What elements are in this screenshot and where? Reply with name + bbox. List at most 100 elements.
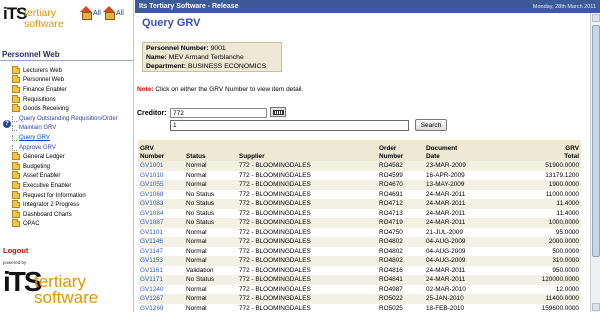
- note-body: Click on either the GRV Number to view i…: [153, 86, 304, 93]
- sidebar-item-goods-receiving[interactable]: Goods Receiving: [0, 104, 133, 114]
- grv-number-link[interactable]: GV1068: [140, 191, 163, 198]
- top-header-bar: Its Tertiary Software - Release Monday, …: [135, 0, 600, 13]
- home-link-1[interactable]: All: [80, 6, 101, 20]
- sidebar-item-personnel-web[interactable]: Personnel Web: [0, 75, 133, 86]
- order-number-cell: RO4750: [377, 227, 424, 237]
- grv-number-link[interactable]: GV1101: [140, 229, 163, 236]
- grv-number-link[interactable]: GV1267: [140, 295, 163, 302]
- creditor-lookup-button[interactable]: [270, 107, 286, 117]
- grv-number-link[interactable]: GV1087: [140, 219, 163, 226]
- col-header-status[interactable]: Status: [184, 140, 237, 161]
- supplier-cell: 772 - BLOOMINGDALES: [237, 208, 377, 218]
- sidebar-item-dashboard-charts[interactable]: Dashboard Charts: [0, 209, 133, 220]
- page-title: Query GRV: [142, 17, 201, 29]
- folder-icon: [12, 171, 20, 180]
- grv-number-link[interactable]: GV1240: [140, 286, 163, 293]
- scroll-thumb[interactable]: [592, 25, 600, 257]
- grv-total-cell: 13179.1200: [499, 170, 581, 180]
- vertical-scrollbar[interactable]: [590, 13, 600, 312]
- home-link-2[interactable]: All: [103, 6, 124, 20]
- sidebar-item-query-outstanding[interactable]: Query Outstanding Requisition/Order: [0, 114, 133, 124]
- grv-total-cell: 51900.0000: [499, 161, 581, 171]
- grv-number-cell: GV1146: [138, 237, 184, 247]
- table-row: GV1171 No Status 772 - BLOOMINGDALES RO4841…: [138, 275, 581, 285]
- status-cell: No Status: [184, 208, 237, 218]
- help-icon[interactable]: ?: [3, 120, 11, 128]
- search-button[interactable]: Search: [415, 119, 447, 131]
- document-date-cell: 24-MAR-2011: [424, 218, 499, 228]
- grv-number-link[interactable]: GV1084: [140, 210, 163, 217]
- personnel-number-row: Personnel Number: 9001: [146, 44, 278, 53]
- grv-number-cell: GV1101: [138, 227, 184, 237]
- grv-number-link[interactable]: GV1269: [140, 305, 163, 312]
- order-number-cell: RO4987: [377, 284, 424, 294]
- col-header-grv-total[interactable]: GRV Total: [499, 140, 581, 161]
- sidebar-item-budgeting[interactable]: Budgeting: [0, 161, 133, 172]
- supplier-cell: 772 - BLOOMINGDALES: [237, 246, 377, 256]
- folder-icon: [12, 200, 20, 209]
- grv-number-cell: GV1171: [138, 275, 184, 285]
- sidebar-item-maintain-grv[interactable]: Maintain GRV: [0, 124, 133, 134]
- logout-link[interactable]: Logout: [3, 246, 28, 255]
- document-date-cell: 24-MAR-2011: [424, 189, 499, 199]
- grv-number-link[interactable]: GV1153: [140, 257, 163, 264]
- supplier-cell: 772 - BLOOMINGDALES: [237, 256, 377, 266]
- name-label: Name:: [146, 54, 167, 61]
- header-text: GRV: [565, 145, 579, 152]
- header-text: Date: [426, 152, 440, 160]
- document-date-cell: 02-MAR-2010: [424, 284, 499, 294]
- sidebar-item-label: Goods Receiving: [23, 106, 69, 113]
- sidebar-item-approve-grv[interactable]: Approve GRV: [0, 143, 133, 153]
- sidebar-item-asset-enabler[interactable]: Asset Enabler: [0, 171, 133, 182]
- sidebar-item-label: Integrator 2 Progress: [23, 202, 80, 209]
- grv-number-link[interactable]: GV1146: [140, 238, 163, 245]
- col-header-supplier[interactable]: Supplier: [237, 140, 377, 161]
- sidebar-item-label: Lecturers Web: [23, 67, 62, 74]
- sidebar-item-integrator[interactable]: Integrator 2 Progress: [0, 200, 133, 210]
- tree-line-icon: [12, 125, 17, 132]
- scroll-down-arrow-icon[interactable]: [592, 303, 600, 311]
- status-cell: Normal: [184, 170, 237, 180]
- sidebar-item-label: Maintain GRV: [19, 125, 57, 132]
- document-date-cell: 04-AUG-2009: [424, 237, 499, 247]
- grv-number-link[interactable]: GV1147: [140, 248, 163, 255]
- sidebar-item-lecturers-web[interactable]: Lecturers Web: [0, 65, 133, 76]
- grv-number-link[interactable]: GV1083: [140, 200, 163, 207]
- supplier-cell: 772 - BLOOMINGDALES: [237, 265, 377, 275]
- order-number-cell: RO4816: [377, 265, 424, 275]
- sidebar-item-label: Request for Information: [23, 192, 86, 199]
- sidebar-item-general-ledger[interactable]: General Ledger: [0, 152, 133, 162]
- sidebar-item-opac[interactable]: OPAC: [0, 219, 133, 230]
- col-header-order-number[interactable]: Order Number: [377, 140, 424, 161]
- grv-number-link[interactable]: GV1010: [140, 172, 163, 179]
- col-header-grv-number[interactable]: GRV Number: [138, 140, 184, 161]
- grv-total-cell: 2000.0000: [499, 237, 581, 247]
- grv-number-link[interactable]: GV1171: [140, 276, 163, 283]
- grv-number-cell: GV1055: [138, 180, 184, 190]
- note-label: Note:: [137, 86, 154, 93]
- sidebar-item-label: Executive Enabler: [23, 182, 72, 189]
- grv-number-cell: GV1147: [138, 246, 184, 256]
- creditor-input[interactable]: [170, 108, 267, 118]
- sidebar-item-request-info[interactable]: Request for Information: [0, 190, 133, 201]
- sidebar-item-finance-enabler[interactable]: Finance Enabler: [0, 84, 133, 95]
- grv-number-cell: GV1240: [138, 284, 184, 294]
- folder-icon: [12, 65, 20, 74]
- table-row: GV1083 No Status 772 - BLOOMINGDALES RO4712…: [138, 199, 581, 209]
- search-input[interactable]: [170, 120, 409, 131]
- sidebar-item-requisitions[interactable]: Requisitions: [0, 94, 133, 105]
- col-header-document-date[interactable]: Document Date: [424, 140, 499, 161]
- order-number-cell: RO4802: [377, 246, 424, 256]
- home-link-label: All: [93, 10, 101, 17]
- sidebar-item-label: Asset Enabler: [23, 173, 61, 180]
- sidebar-section-title: Personnel Web: [2, 50, 60, 59]
- grv-number-link[interactable]: GV1055: [140, 181, 163, 188]
- sidebar-item-label: Finance Enabler: [23, 86, 67, 93]
- grv-number-link[interactable]: GV1001: [140, 162, 163, 169]
- sidebar-item-query-grv[interactable]: Query GRV: [0, 133, 133, 143]
- sidebar-item-executive-enabler[interactable]: Executive Enabler: [0, 180, 133, 191]
- grv-number-link[interactable]: GV1161: [140, 267, 163, 274]
- grv-total-cell: 500.0000: [499, 246, 581, 256]
- scroll-up-arrow-icon[interactable]: [592, 14, 600, 22]
- order-number-cell: RO4712: [377, 199, 424, 209]
